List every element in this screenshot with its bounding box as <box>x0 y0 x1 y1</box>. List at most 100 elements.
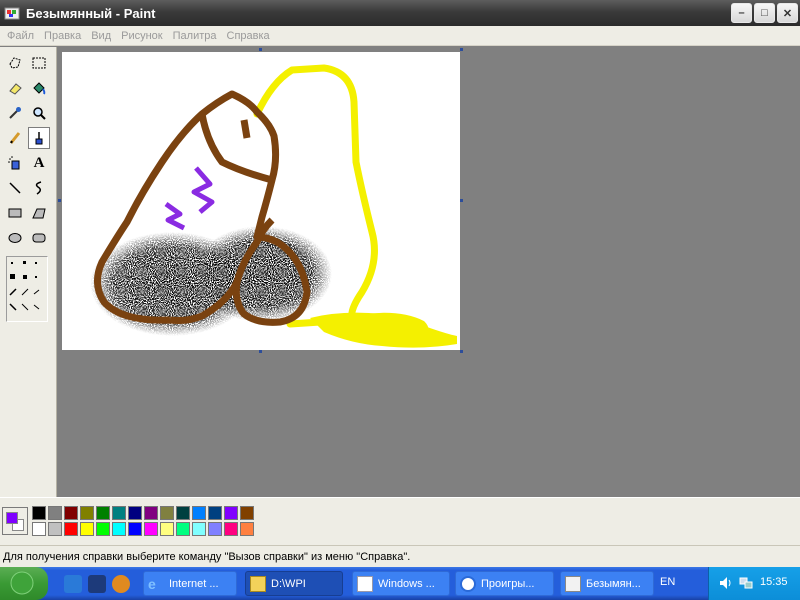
palette-swatch[interactable] <box>112 522 126 536</box>
drawing-canvas[interactable] <box>62 52 460 350</box>
menu-image[interactable]: Рисунок <box>116 30 168 42</box>
clock[interactable]: 15:35 <box>760 576 788 588</box>
status-bar: Для получения справки выберите команду "… <box>0 545 800 567</box>
taskbar-item-wpi[interactable]: D:\WPI <box>245 571 343 596</box>
brush-tool[interactable] <box>28 127 50 149</box>
magnifier-icon <box>33 107 46 120</box>
menu-edit[interactable]: Правка <box>39 30 86 42</box>
language-indicator[interactable]: EN <box>660 576 675 588</box>
resize-handle-right[interactable] <box>460 199 463 202</box>
resize-handle-top-right[interactable] <box>460 48 463 51</box>
line-tool[interactable] <box>4 177 26 199</box>
palette-swatch[interactable] <box>224 522 238 536</box>
rounded-rectangle-tool[interactable] <box>28 227 50 249</box>
fill-tool[interactable] <box>28 77 50 99</box>
palette-swatch[interactable] <box>176 506 190 520</box>
palette-swatch[interactable] <box>32 506 46 520</box>
eraser-tool[interactable] <box>4 77 26 99</box>
menu-bar: Файл Правка Вид Рисунок Палитра Справка <box>0 26 800 46</box>
palette-swatch[interactable] <box>224 506 238 520</box>
minimize-button[interactable]: – <box>731 3 752 23</box>
maximize-button[interactable]: □ <box>754 3 775 23</box>
brush-shape-options[interactable] <box>6 256 48 322</box>
palette-swatch[interactable] <box>176 522 190 536</box>
palette-swatch[interactable] <box>208 506 222 520</box>
menu-file[interactable]: Файл <box>2 30 39 42</box>
palette-swatch[interactable] <box>128 522 142 536</box>
palette-swatch[interactable] <box>32 522 46 536</box>
windows-logo-icon <box>10 571 34 595</box>
palette-swatch[interactable] <box>160 522 174 536</box>
menu-palette[interactable]: Палитра <box>168 30 222 42</box>
close-button[interactable]: ✕ <box>777 3 798 23</box>
primary-color[interactable] <box>6 512 18 524</box>
palette-swatch[interactable] <box>192 522 206 536</box>
palette-swatch[interactable] <box>192 506 206 520</box>
palette-swatch[interactable] <box>64 522 78 536</box>
free-select-tool[interactable] <box>4 52 26 74</box>
palette-swatch[interactable] <box>96 522 110 536</box>
magnifier-tool[interactable] <box>28 102 50 124</box>
text-tool[interactable]: A <box>28 152 50 174</box>
taskbar-item-player[interactable]: Проигры... <box>455 571 554 596</box>
palette-swatch[interactable] <box>240 522 254 536</box>
palette-swatch[interactable] <box>160 506 174 520</box>
polygon-tool[interactable] <box>28 202 50 224</box>
curve-icon <box>35 181 42 195</box>
task-label: Проигры... <box>481 577 535 590</box>
palette-swatch[interactable] <box>208 522 222 536</box>
start-button[interactable] <box>0 567 48 600</box>
menu-help[interactable]: Справка <box>222 30 275 42</box>
task-label: D:\WPI <box>271 577 306 590</box>
paint-app-icon[interactable] <box>4 5 20 21</box>
window-title: Безымянный - Paint <box>26 5 156 21</box>
rectangle-tool[interactable] <box>4 202 26 224</box>
task-label: Internet ... <box>169 577 219 590</box>
palette-swatch[interactable] <box>64 506 78 520</box>
palette-swatch[interactable] <box>80 506 94 520</box>
palette-swatch[interactable] <box>144 506 158 520</box>
close-icon: ✕ <box>782 7 793 20</box>
resize-handle-bottom[interactable] <box>259 350 262 353</box>
toolbox: A <box>0 47 57 497</box>
taskbar-item-paint[interactable]: Безымян... <box>560 571 654 596</box>
text-icon: A <box>33 154 45 171</box>
line-icon <box>9 182 21 194</box>
ie-quicklaunch-icon[interactable] <box>64 575 82 593</box>
palette-swatch[interactable] <box>80 522 94 536</box>
palette-swatch[interactable] <box>128 506 142 520</box>
media-player-icon <box>460 575 476 592</box>
network-icon[interactable] <box>739 576 753 590</box>
curve-tool[interactable] <box>28 177 50 199</box>
palette-swatch[interactable] <box>48 522 62 536</box>
rect-select-tool[interactable] <box>28 52 50 74</box>
color-palette <box>0 497 800 545</box>
palette-swatch[interactable] <box>96 506 110 520</box>
app-quicklaunch-icon[interactable] <box>112 575 130 593</box>
pencil-tool[interactable] <box>4 127 26 149</box>
task-label: Безымян... <box>586 577 641 590</box>
resize-handle-left[interactable] <box>58 199 61 202</box>
taskbar: e Internet ... D:\WPI Windows ... Проигр… <box>0 567 800 600</box>
palette-swatch[interactable] <box>240 506 254 520</box>
volume-icon[interactable] <box>719 576 733 590</box>
palette-swatch[interactable] <box>112 506 126 520</box>
color-picker-tool[interactable] <box>4 102 26 124</box>
airbrush-tool[interactable] <box>4 152 26 174</box>
show-desktop-icon[interactable] <box>88 575 106 593</box>
eyedropper-icon <box>9 107 21 119</box>
resize-handle-bottom-right[interactable] <box>460 350 463 353</box>
free-select-icon <box>9 57 21 69</box>
palette-swatch[interactable] <box>48 506 62 520</box>
rectangle-icon <box>8 208 22 218</box>
palette-swatch[interactable] <box>144 522 158 536</box>
ellipse-tool[interactable] <box>4 227 26 249</box>
airbrush-icon <box>8 156 20 170</box>
eraser-icon <box>9 83 22 95</box>
taskbar-item-windows[interactable]: Windows ... <box>352 571 450 596</box>
menu-view[interactable]: Вид <box>86 30 116 42</box>
rounded-rectangle-icon <box>32 233 46 243</box>
resize-handle-top[interactable] <box>259 48 262 51</box>
taskbar-item-internet[interactable]: e Internet ... <box>143 571 237 596</box>
current-colors[interactable] <box>2 507 28 535</box>
